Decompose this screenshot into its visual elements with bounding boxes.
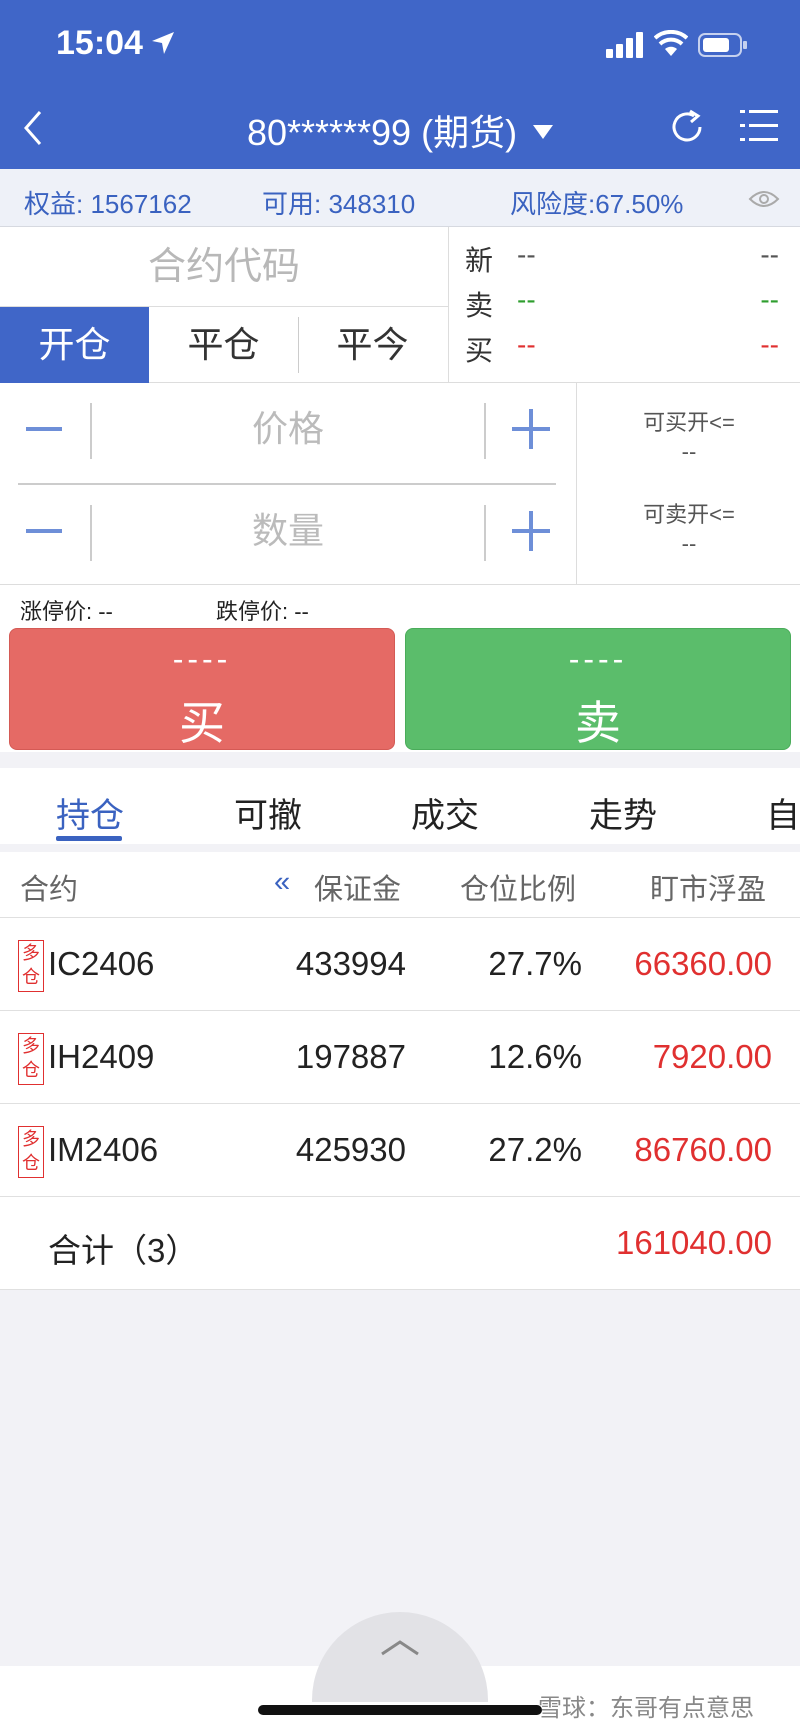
margin-value: 197887: [295, 1038, 406, 1075]
long-position-tag: 多仓: [18, 1033, 44, 1085]
quote-value: --: [760, 239, 779, 270]
risk-text: 风险度:67.50%: [510, 189, 684, 219]
qty-stepper: 数量: [18, 491, 556, 571]
active-tab-underline: [56, 836, 122, 841]
minus-icon[interactable]: [26, 529, 62, 533]
quote-box: 新 -- -- 卖 -- -- 买 -- --: [448, 227, 800, 383]
order-panel: 合约代码 开仓 平仓 平今 新 -- -- 卖 -- -- 买 -- -- 价格: [0, 227, 800, 584]
quote-value: --: [760, 329, 779, 360]
quote-label: 新: [465, 245, 494, 276]
mode-tabs: 开仓 平仓 平今: [0, 307, 448, 383]
sell-button[interactable]: ---- 卖: [405, 628, 791, 750]
quote-last-row: 新 -- --: [465, 239, 795, 279]
col-margin: 保证金: [314, 874, 402, 906]
quote-ask-row: 卖 -- --: [465, 284, 795, 324]
col-contract: 合约: [20, 874, 79, 906]
margin-value: 425930: [295, 1131, 406, 1168]
tab-close-today[interactable]: 平今: [298, 307, 447, 383]
tab-positions[interactable]: 持仓: [56, 788, 124, 837]
long-position-tag: 多仓: [18, 940, 44, 992]
watermark: 雪球：东哥有点意思: [538, 1695, 754, 1722]
contract-code: IC2406: [48, 945, 155, 982]
wifi-icon: [654, 30, 688, 56]
divider: [18, 483, 556, 485]
quote-value: --: [517, 284, 536, 315]
tab-open[interactable]: 开仓: [0, 307, 149, 383]
tab-custom[interactable]: 自: [766, 788, 800, 837]
col-ratio: 仓位比例: [460, 874, 577, 906]
contract-code-input[interactable]: 合约代码: [0, 227, 448, 307]
location-arrow-icon: [152, 32, 174, 54]
battery-icon: [698, 33, 747, 57]
limit-down-text: 跌停价: --: [216, 599, 309, 624]
buy-label: 买: [179, 697, 225, 749]
plus-icon[interactable]: [512, 409, 550, 449]
can-sell-value: --: [681, 531, 697, 556]
limit-up-text: 涨停价: --: [20, 599, 113, 624]
app-header: 15:04 80******99 (期货): [0, 0, 800, 169]
can-buy-label: 可买开<=: [643, 410, 735, 435]
eye-icon[interactable]: [748, 187, 780, 211]
can-sell-label: 可卖开<=: [643, 502, 735, 527]
table-row[interactable]: 多仓 IC2406 433994 27.7% 66360.00: [0, 918, 800, 1011]
qty-input[interactable]: 数量: [92, 491, 484, 571]
quote-bid-row: 买 -- --: [465, 329, 795, 369]
buy-price-text: ----: [172, 641, 232, 677]
available-qty-box: 可买开<= -- 可卖开<= --: [576, 383, 800, 584]
tab-trades[interactable]: 成交: [411, 788, 479, 837]
quote-label: 卖: [465, 290, 494, 321]
quote-value: --: [760, 284, 779, 315]
sell-label: 卖: [575, 697, 621, 749]
minus-icon[interactable]: [26, 427, 62, 431]
price-limits: 涨停价: -- 跌停价: --: [0, 584, 800, 624]
account-info-bar: 权益: 1567162 可用: 348310 风险度:67.50%: [0, 169, 800, 227]
tab-close[interactable]: 平仓: [149, 307, 298, 383]
ratio-value: 12.6%: [488, 1038, 582, 1075]
pnl-value: 86760.00: [634, 1131, 772, 1168]
price-input[interactable]: 价格: [92, 389, 484, 469]
available-text: 可用: 348310: [262, 189, 416, 219]
total-row: 合计（3） 161040.00: [0, 1197, 800, 1290]
account-label: 80******99 (期货): [246, 112, 518, 153]
plus-icon[interactable]: [512, 511, 550, 551]
divider: [484, 505, 486, 561]
quote-label: 买: [465, 335, 494, 366]
total-value: 161040.00: [616, 1224, 772, 1261]
sell-price-text: ----: [568, 641, 628, 677]
pnl-value: 7920.00: [652, 1038, 772, 1075]
table-row[interactable]: 多仓 IM2406 425930 27.2% 86760.00: [0, 1104, 800, 1197]
col-pnl: 盯市浮盈: [650, 874, 767, 906]
expand-handle[interactable]: [312, 1612, 488, 1702]
cellular-signal-icon: [606, 32, 643, 58]
price-stepper: 价格: [18, 389, 556, 469]
home-indicator: [258, 1705, 542, 1715]
positions-table: 合约 « 保证金 仓位比例 盯市浮盈 多仓 IC2406 433994 27.7…: [0, 852, 800, 1290]
refresh-icon[interactable]: [668, 108, 706, 146]
can-buy-value: --: [681, 439, 697, 464]
tab-cancellable[interactable]: 可撤: [234, 788, 302, 837]
contract-code: IH2409: [48, 1038, 155, 1075]
menu-icon[interactable]: [740, 108, 778, 144]
divider: [484, 403, 486, 459]
status-time: 15:04: [56, 24, 143, 62]
ratio-value: 27.2%: [488, 1131, 582, 1168]
table-header: 合约 « 保证金 仓位比例 盯市浮盈: [0, 852, 800, 918]
equity-text: 权益: 1567162: [24, 189, 192, 219]
table-row[interactable]: 多仓 IH2409 197887 12.6% 7920.00: [0, 1011, 800, 1104]
quote-value: --: [517, 329, 536, 360]
margin-value: 433994: [295, 945, 406, 982]
buy-button[interactable]: ---- 买: [9, 628, 395, 750]
chevron-up-icon: [381, 1640, 419, 1656]
pnl-value: 66360.00: [634, 945, 772, 982]
trade-buttons: ---- 买 ---- 卖: [0, 624, 800, 752]
dropdown-arrow-icon: [533, 125, 554, 140]
collapse-icon[interactable]: «: [274, 866, 290, 899]
bottom-tabs: 持仓 可撤 成交 走势 自: [0, 768, 800, 844]
long-position-tag: 多仓: [18, 1126, 44, 1178]
contract-code: IM2406: [48, 1131, 159, 1168]
total-label: 合计（3）: [48, 1232, 199, 1269]
ratio-value: 27.7%: [488, 945, 582, 982]
tab-trend[interactable]: 走势: [589, 788, 657, 837]
quote-value: --: [517, 239, 536, 270]
